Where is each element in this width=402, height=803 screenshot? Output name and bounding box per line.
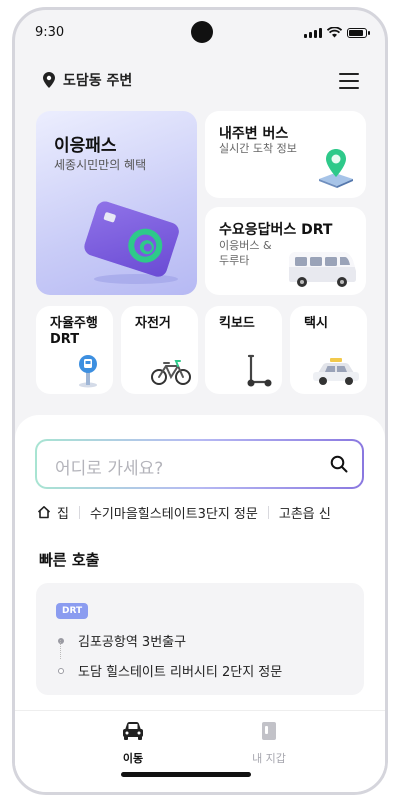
wallet-icon — [262, 722, 276, 740]
tab-move[interactable]: 이동 — [93, 721, 173, 766]
fast-call-title: 빠른 호출 — [39, 551, 100, 569]
quick-place-item[interactable]: 수기마을힐스테이트3단지 정문 — [90, 503, 258, 522]
location-selector[interactable]: 도담동 주변 — [43, 70, 132, 90]
location-pin-icon — [43, 72, 55, 88]
divider — [267, 505, 269, 519]
pass-subtitle: 세종시민만의 혜택 — [54, 158, 147, 172]
home-indicator[interactable] — [121, 772, 251, 777]
phone-frame: 9:30 도담동 주변 이응패스 세종시민만의 혜택 내주변 버스 실시간 도착… — [12, 7, 388, 795]
tab-wallet[interactable]: 내 지갑 — [229, 721, 309, 766]
route-line — [60, 640, 62, 659]
taxi-card[interactable]: 택시 — [290, 306, 367, 394]
autonomous-drt-card[interactable]: 자율주행 DRT — [36, 306, 113, 394]
location-label: 도담동 주변 — [63, 73, 133, 89]
hamburger-menu-icon[interactable] — [339, 73, 359, 89]
origin-label: 김포공항역 3번출구 — [78, 635, 187, 650]
bicycle-card[interactable]: 자전거 — [121, 306, 198, 394]
kickboard-icon — [247, 354, 272, 387]
taxi-title: 택시 — [304, 316, 328, 331]
destination-search-input[interactable]: 어디로 가세요? — [35, 439, 364, 489]
kickboard-card[interactable]: 킥보드 — [205, 306, 282, 394]
kickboard-title: 킥보드 — [219, 316, 255, 331]
battery-icon — [347, 27, 370, 38]
quick-places-list: 집 수기마을힐스테이트3단지 정문 고촌읍 신 — [37, 501, 385, 523]
top-bar: 도담동 주변 — [15, 64, 385, 96]
quick-place-home[interactable]: 집 — [57, 503, 69, 522]
transit-card-icon — [84, 201, 179, 284]
tab-wallet-label: 내 지갑 — [252, 752, 286, 765]
quick-place-item[interactable]: 고촌읍 신 — [279, 503, 331, 522]
drt-subtitle-line1: 이응버스 & — [219, 239, 272, 252]
nearby-bus-card[interactable]: 내주변 버스 실시간 도착 정보 — [205, 111, 366, 198]
fast-call-destination: 도담 힐스테이트 리버시티 2단지 정문 — [58, 661, 282, 680]
front-camera — [191, 21, 213, 43]
destination-label: 도담 힐스테이트 리버시티 2단지 정문 — [78, 665, 283, 680]
van-icon — [289, 252, 356, 287]
destination-dot — [58, 667, 64, 674]
divider — [78, 505, 80, 519]
home-icon — [37, 506, 51, 519]
pass-title: 이응패스 — [54, 136, 117, 156]
fast-call-origin: 김포공항역 3번출구 — [58, 631, 186, 650]
wifi-icon — [327, 27, 342, 38]
status-icons — [304, 27, 370, 38]
nearby-bus-title: 내주변 버스 — [219, 126, 289, 142]
autonomous-drt-title-line2: DRT — [50, 332, 80, 347]
tab-move-label: 이동 — [122, 752, 144, 765]
app-screen: 9:30 도담동 주변 이응패스 세종시민만의 혜택 내주변 버스 실시간 도착… — [15, 10, 385, 792]
status-time: 9:30 — [35, 25, 65, 40]
car-icon — [123, 722, 143, 740]
fast-call-card[interactable]: DRT 김포공항역 3번출구 도담 힐스테이트 리버시티 2단지 정문 — [36, 583, 364, 695]
pass-card[interactable]: 이응패스 세종시민만의 혜택 — [36, 111, 197, 295]
search-icon[interactable] — [330, 455, 348, 473]
map-pin-icon — [319, 149, 353, 188]
drt-badge: DRT — [56, 603, 89, 619]
taxi-icon — [313, 358, 359, 385]
drt-title: 수요응답버스 DRT — [219, 222, 333, 238]
search-placeholder: 어디로 가세요? — [55, 459, 164, 479]
drt-subtitle-line2: 두루타 — [219, 254, 250, 267]
nearby-bus-subtitle: 실시간 도착 정보 — [219, 142, 297, 155]
autonomous-drt-title-line1: 자율주행 — [50, 316, 98, 331]
bicycle-title: 자전거 — [135, 316, 171, 331]
status-bar: 9:30 — [15, 10, 385, 58]
bicycle-icon — [151, 360, 191, 385]
signal-icon — [304, 27, 322, 38]
drt-card[interactable]: 수요응답버스 DRT 이응버스 & 두루타 — [205, 207, 366, 295]
bottom-tab-bar: 이동 내 지갑 — [15, 710, 385, 771]
bus-stop-icon — [79, 355, 97, 388]
